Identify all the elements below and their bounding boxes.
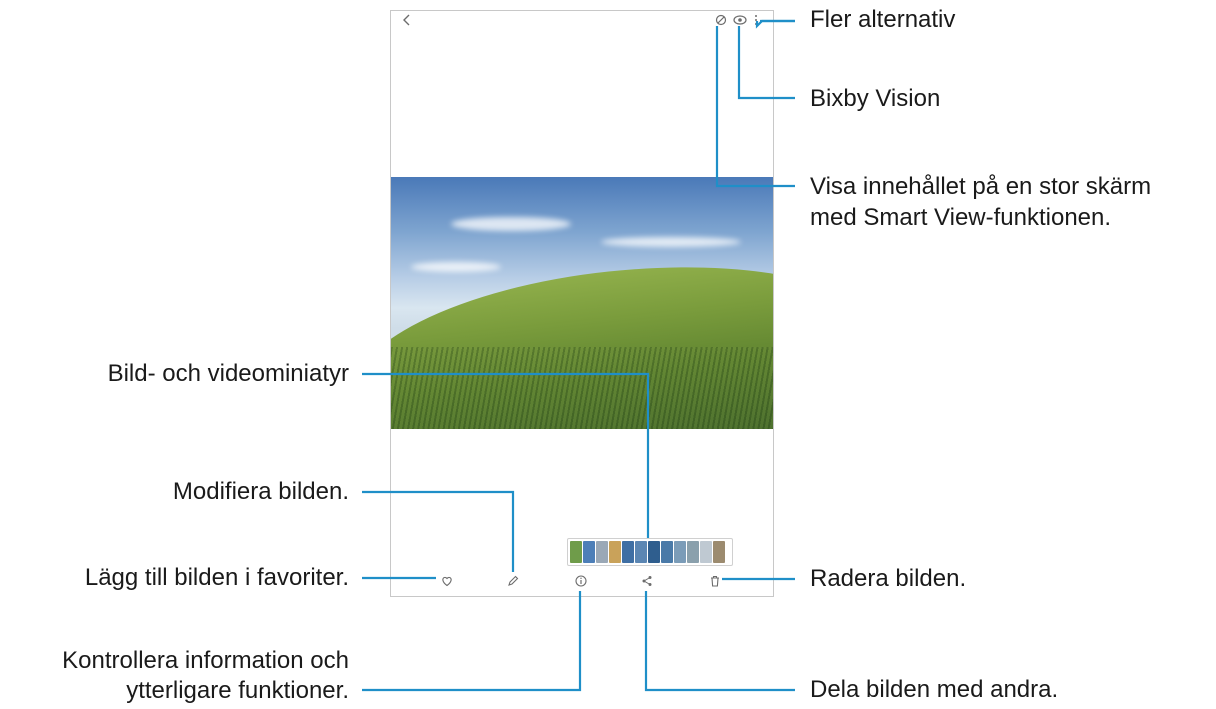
- label-edit: Modifiera bilden.: [172, 478, 349, 505]
- label-bixby-vision: Bixby Vision: [810, 85, 941, 112]
- label-smart-view-2: med Smart View-funktionen.: [810, 204, 1112, 231]
- label-share: Dela bilden med andra.: [810, 676, 1059, 703]
- label-smart-view-1: Visa innehållet på en stor skärm: [810, 173, 1152, 200]
- label-more-options: Fler alternativ: [810, 6, 956, 33]
- label-thumbnails: Bild- och videominiatyr: [107, 360, 349, 387]
- label-delete: Radera bilden.: [810, 565, 967, 592]
- label-details-2: ytterligare funktioner.: [126, 677, 349, 704]
- callout-lines: [362, 19, 795, 692]
- label-details-1: Kontrollera information och: [62, 647, 349, 674]
- label-favorite: Lägg till bilden i favoriter.: [84, 564, 349, 591]
